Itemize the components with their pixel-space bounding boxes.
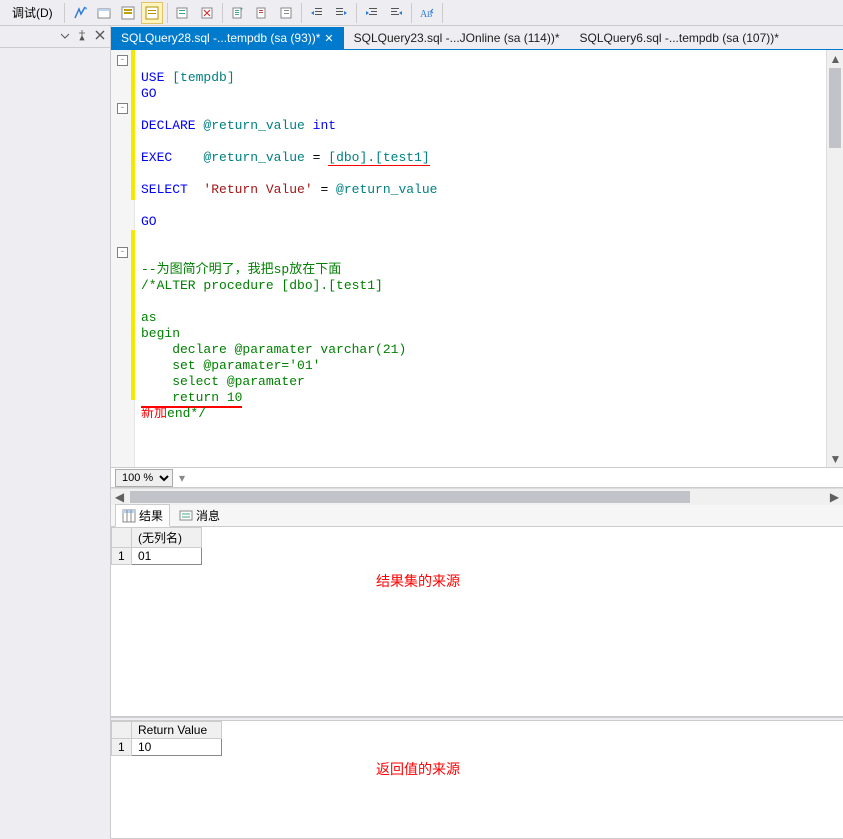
code-keyword: EXEC (141, 150, 172, 165)
result-grid-1: (无列名) 101 (111, 527, 843, 717)
toolbar-btn-4[interactable] (141, 2, 163, 24)
cell[interactable]: 01 (132, 548, 202, 565)
toolbar-outdent[interactable] (306, 2, 328, 24)
toolbar-uncomment[interactable] (251, 2, 273, 24)
code-variable: @return_value (203, 150, 304, 165)
separator (64, 3, 65, 23)
toolbar-btn-3[interactable] (117, 2, 139, 24)
toolbar-outdent2[interactable] (385, 2, 407, 24)
code-comment: begin (141, 326, 180, 341)
tab-sqlquery28[interactable]: SQLQuery28.sql -...tempdb (sa (93))* ✕ (111, 27, 344, 49)
corner-cell (112, 528, 132, 548)
code-comment: declare @paramater varchar(21) (141, 342, 406, 357)
tab-label: 结果 (139, 507, 163, 524)
scroll-up-icon[interactable]: ▲ (827, 50, 843, 67)
separator (442, 3, 443, 23)
row-header[interactable]: 1 (112, 548, 132, 565)
code-variable: @return_value (336, 182, 437, 197)
zoom-bar: 100 % ▾ (111, 468, 843, 488)
code-comment: /*ALTER procedure [dbo].[test1] (141, 278, 383, 293)
panel-dropdown-icon[interactable] (60, 30, 70, 44)
tab-results[interactable]: 结果 (115, 504, 170, 527)
toolbar-btn-6[interactable] (196, 2, 218, 24)
code-keyword: SELECT (141, 182, 188, 197)
separator (222, 3, 223, 23)
tab-label: SQLQuery23.sql -...JOnline (sa (114))* (354, 31, 560, 45)
code-keyword: DECLARE (141, 118, 196, 133)
code-keyword: GO (141, 214, 157, 229)
column-header[interactable]: (无列名) (132, 528, 202, 548)
message-icon (179, 509, 193, 523)
annotation-resultset-label: 结果集的来源 (376, 571, 460, 591)
tab-messages[interactable]: 消息 (172, 504, 227, 527)
separator (411, 3, 412, 23)
vertical-scrollbar[interactable]: ▲ ▼ (826, 50, 843, 467)
tab-label: 消息 (196, 507, 220, 524)
scroll-right-icon[interactable]: ▶ (826, 489, 843, 506)
results-pane: 结果 消息 (无列名) 101 Return Value 110 (111, 505, 843, 839)
code-comment: --为图简介明了，我把sp放在下面 (141, 262, 341, 277)
fold-icon[interactable]: - (117, 55, 128, 66)
row-header[interactable]: 1 (112, 739, 132, 756)
code-comment: as (141, 310, 157, 325)
code-identifier: [tempdb] (172, 70, 234, 85)
corner-cell (112, 722, 132, 739)
column-header[interactable]: Return Value (132, 722, 222, 739)
fold-icon[interactable]: - (117, 247, 128, 258)
code-keyword: USE (141, 70, 164, 85)
grid-icon (122, 509, 136, 523)
svg-text:+: + (240, 7, 244, 13)
code-identifier: [dbo].[test1] (328, 150, 429, 166)
cell[interactable]: 10 (132, 739, 222, 756)
scroll-left-icon[interactable]: ◀ (111, 489, 128, 506)
editor-pane: - - - USE [tempdb] GO DECLARE @return_va… (111, 50, 843, 468)
split-icon[interactable]: ▾ (179, 471, 185, 485)
annotation-newadd: 新加 (141, 406, 167, 421)
menu-debug[interactable]: 调试(D) (4, 1, 61, 24)
code-text: = (313, 182, 336, 197)
separator (301, 3, 302, 23)
horizontal-scrollbar[interactable]: ◀ ▶ (111, 488, 843, 505)
tab-label: SQLQuery28.sql -...tempdb (sa (93))* (121, 31, 320, 45)
code-variable: @return_value (203, 118, 304, 133)
toolbar-btn-1[interactable] (69, 2, 91, 24)
code-type: int (313, 118, 336, 133)
close-icon[interactable] (94, 29, 106, 44)
tab-sqlquery23[interactable]: SQLQuery23.sql -...JOnline (sa (114))* (344, 27, 570, 49)
code-string: 'Return Value' (203, 182, 312, 197)
side-panel (0, 26, 111, 839)
toolbar-indent[interactable] (330, 2, 352, 24)
tab-close-icon[interactable]: ✕ (324, 32, 333, 45)
pin-icon[interactable] (76, 29, 88, 44)
code-comment: end*/ (167, 406, 206, 421)
code-comment: select @paramater (141, 374, 305, 389)
annotation-return-label: 返回值的来源 (376, 759, 460, 779)
result-tabstrip: 结果 消息 (111, 505, 843, 527)
toolbar-format[interactable]: AB (416, 2, 438, 24)
scroll-thumb[interactable] (130, 491, 690, 503)
code-editor[interactable]: USE [tempdb] GO DECLARE @return_value in… (135, 50, 826, 467)
tab-sqlquery6[interactable]: SQLQuery6.sql -...tempdb (sa (107))* (570, 27, 789, 49)
code-comment: set @paramater='01' (141, 358, 320, 373)
toolbar-comment[interactable]: + (227, 2, 249, 24)
result-grid-2: Return Value 110 (111, 721, 843, 839)
document-tabs: SQLQuery28.sql -...tempdb (sa (93))* ✕ S… (111, 26, 843, 50)
scroll-down-icon[interactable]: ▼ (827, 450, 843, 467)
zoom-select[interactable]: 100 % (115, 469, 173, 487)
tab-label: SQLQuery6.sql -...tempdb (sa (107))* (580, 31, 779, 45)
separator (167, 3, 168, 23)
toolbar-btn-5[interactable] (172, 2, 194, 24)
toolbar-indent2[interactable] (361, 2, 383, 24)
code-keyword: GO (141, 86, 157, 101)
scroll-thumb[interactable] (829, 68, 841, 148)
separator (356, 3, 357, 23)
code-text: = (305, 150, 328, 165)
toolbar-btn-2[interactable] (93, 2, 115, 24)
fold-icon[interactable]: - (117, 103, 128, 114)
panel-header (0, 26, 110, 48)
toolbar-btn-9[interactable] (275, 2, 297, 24)
toolbar: 调试(D) + AB (0, 0, 843, 26)
